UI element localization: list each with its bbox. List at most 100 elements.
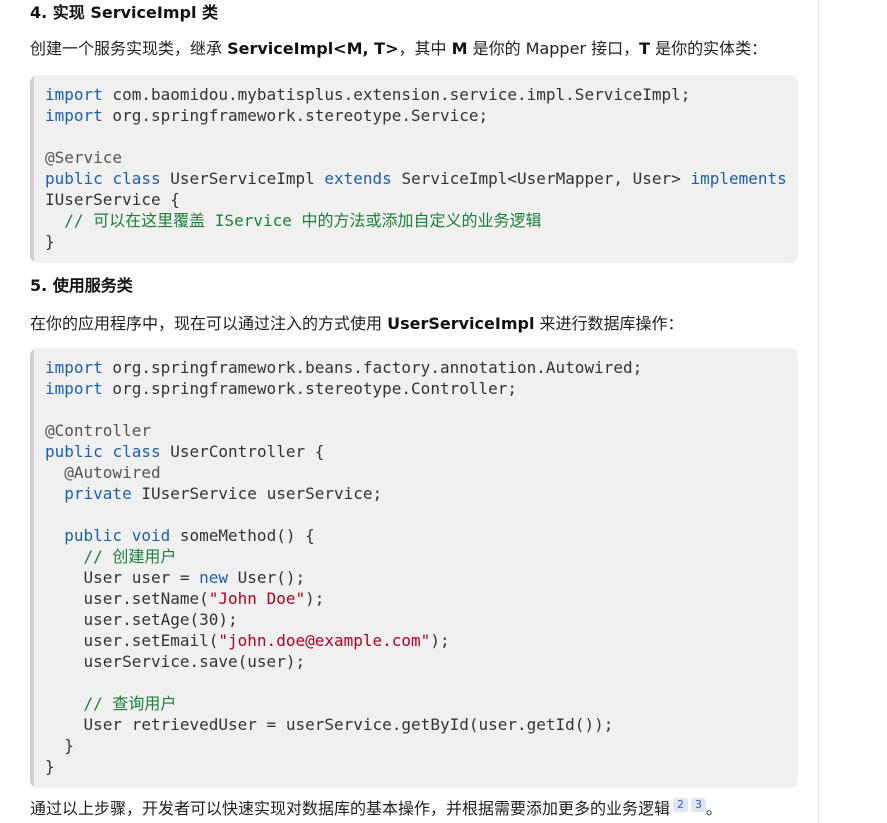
- code-token: userService.save(user);: [45, 652, 306, 671]
- code-comment: // 创建用户: [83, 547, 177, 566]
- code-token: com.baomidou.mybatisplus.extension.servi…: [102, 85, 691, 104]
- intro-text: 创建一个服务实现类，继承: [30, 39, 228, 58]
- section-5-intro: 在你的应用程序中，现在可以通过注入的方式使用 UserServiceImpl 来…: [30, 312, 684, 336]
- code-line: import org.springframework.stereotype.Co…: [45, 379, 517, 398]
- code-keyword: public: [45, 442, 103, 461]
- code-keyword: new: [199, 568, 229, 587]
- code-line: @Service: [45, 148, 122, 167]
- code-line: User retrievedUser = userService.getById…: [45, 715, 614, 734]
- code-keyword: class: [112, 169, 161, 188]
- code-token: User retrievedUser = userService.getById…: [45, 715, 614, 734]
- intro-bold-serviceimpl: ServiceImpl<M, T>: [227, 39, 399, 58]
- code-annotation: @Service: [45, 148, 123, 167]
- code-line: User user = new User();: [45, 568, 306, 587]
- intro-bold-t: T: [639, 39, 651, 58]
- section-4-intro: 创建一个服务实现类，继承 ServiceImpl<M, T>，其中 M 是你的 …: [30, 37, 767, 61]
- code-content[interactable]: import com.baomidou.mybatisplus.extensio…: [30, 75, 798, 252]
- code-line: @Controller: [45, 421, 151, 440]
- code-comment: // 查询用户: [83, 694, 177, 713]
- code-keyword: import: [45, 85, 103, 104]
- code-line: import com.baomidou.mybatisplus.extensio…: [45, 85, 690, 104]
- intro-text: 来进行数据库操作：: [534, 314, 684, 333]
- code-keyword: public: [64, 526, 123, 545]
- code-line: }: [45, 736, 74, 755]
- code-annotation: @Controller: [45, 421, 151, 440]
- intro-text: 是你的 Mapper 接口，: [467, 39, 640, 58]
- code-line: private IUserService userService;: [45, 484, 382, 503]
- intro-bold-m: M: [451, 39, 468, 58]
- code-line: user.setEmail("john.doe@example.com");: [45, 631, 450, 650]
- conclusion-end: 。: [706, 799, 723, 818]
- code-line: user.setAge(30);: [45, 610, 238, 629]
- code-keyword: private: [64, 484, 132, 503]
- code-token: user.setName(: [45, 589, 209, 608]
- code-string: "John Doe": [208, 589, 306, 608]
- intro-text: 在你的应用程序中，现在可以通过注入的方式使用: [30, 314, 388, 333]
- code-token: IUserService userService;: [131, 484, 383, 503]
- intro-bold-userserviceimpl: UserServiceImpl: [387, 314, 535, 333]
- code-keyword: extends: [324, 169, 392, 188]
- code-comment: // 可以在这里覆盖 IService 中的方法或添加自定义的业务逻辑: [64, 211, 542, 230]
- code-line: // 创建用户: [45, 547, 177, 566]
- code-line: @Autowired: [45, 463, 161, 482]
- panel-divider: [818, 0, 819, 823]
- code-content[interactable]: import org.springframework.beans.factory…: [30, 348, 798, 777]
- code-block-serviceimpl[interactable]: import com.baomidou.mybatisplus.extensio…: [30, 75, 798, 263]
- code-line: import org.springframework.beans.factory…: [45, 358, 642, 377]
- code-keyword: void: [131, 526, 171, 545]
- code-block-controller[interactable]: import org.springframework.beans.factory…: [30, 348, 798, 788]
- code-token: );: [305, 589, 325, 608]
- code-line: public void someMethod() {: [45, 526, 315, 545]
- citation-badge[interactable]: 3: [691, 798, 707, 812]
- code-token: someMethod() {: [170, 526, 315, 545]
- code-line: // 可以在这里覆盖 IService 中的方法或添加自定义的业务逻辑: [45, 211, 542, 230]
- code-token: }: [45, 757, 55, 776]
- code-token: org.springframework.stereotype.Controlle…: [102, 379, 518, 398]
- intro-text: ，其中: [398, 39, 452, 58]
- code-line: public class UserController {: [45, 442, 324, 461]
- conclusion-paragraph: 通过以上步骤，开发者可以快速实现对数据库的基本操作，并根据需要添加更多的业务逻辑…: [30, 797, 722, 821]
- code-line: user.setName("John Doe");: [45, 589, 325, 608]
- code-token: org.springframework.beans.factory.annota…: [102, 358, 643, 377]
- conclusion-text: 通过以上步骤，开发者可以快速实现对数据库的基本操作，并根据需要添加更多的业务逻辑: [30, 799, 671, 818]
- code-token: ServiceImpl<UserMapper, User>: [391, 169, 691, 188]
- code-string: "john.doe@example.com": [218, 631, 431, 650]
- code-line: import org.springframework.stereotype.Se…: [45, 106, 488, 125]
- code-keyword: import: [45, 106, 103, 125]
- code-token: IUserService {: [45, 190, 180, 209]
- code-line: // 查询用户: [45, 694, 177, 713]
- code-token: }: [45, 232, 55, 251]
- section-5-heading: 5. 使用服务类: [30, 276, 133, 295]
- code-annotation: @Autowired: [64, 463, 161, 482]
- code-line: userService.save(user);: [45, 652, 306, 671]
- intro-text: 是你的实体类：: [650, 39, 768, 58]
- code-token: }: [45, 736, 74, 755]
- code-token: user.setEmail(: [45, 631, 219, 650]
- code-keyword: implements: [690, 169, 787, 188]
- code-line: public class UserServiceImpl extends Ser…: [45, 169, 787, 188]
- code-keyword: class: [112, 442, 161, 461]
- code-line: }: [45, 232, 55, 251]
- code-token: );: [430, 631, 450, 650]
- code-keyword: public: [45, 169, 103, 188]
- code-token: User user =: [45, 568, 200, 587]
- code-line: }: [45, 757, 55, 776]
- code-token: UserServiceImpl: [160, 169, 325, 188]
- code-token: org.springframework.stereotype.Service;: [102, 106, 489, 125]
- citation-badge[interactable]: 2: [673, 798, 689, 812]
- code-token: user.setAge(30);: [45, 610, 238, 629]
- code-keyword: import: [45, 379, 103, 398]
- section-4-heading: 4. 实现 ServiceImpl 类: [30, 3, 219, 22]
- code-keyword: import: [45, 358, 103, 377]
- code-line: IUserService {: [45, 190, 180, 209]
- code-token: UserController {: [160, 442, 325, 461]
